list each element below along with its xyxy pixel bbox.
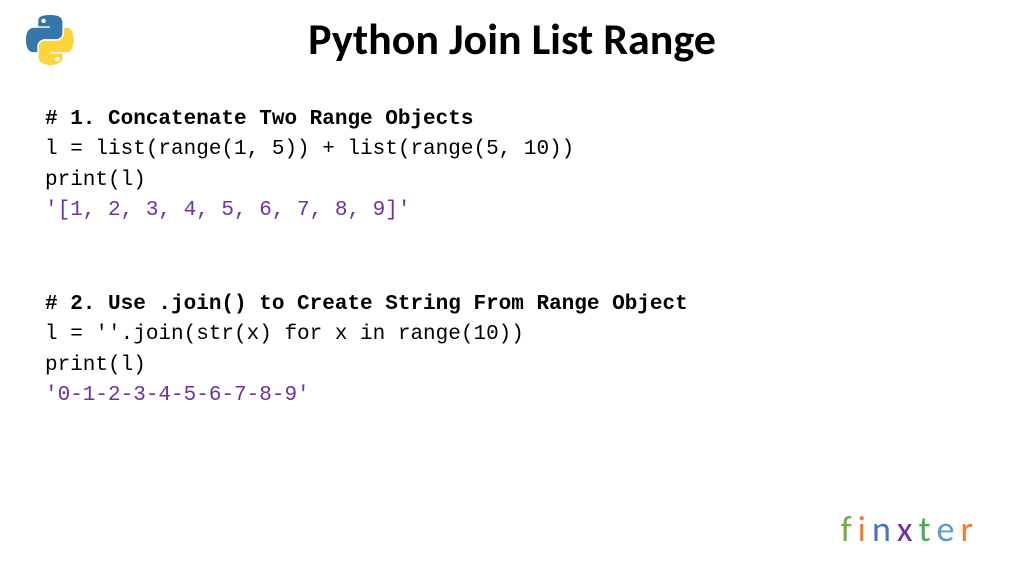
brand-letter: r <box>960 507 979 551</box>
brand-letter: i <box>858 507 872 551</box>
code-line: l = list(range(1, 5)) + list(range(5, 10… <box>45 135 574 165</box>
code-block-1: # 1. Concatenate Two Range Objects l = l… <box>45 105 574 227</box>
brand-letter: t <box>918 507 936 551</box>
brand-letter: f <box>841 507 858 551</box>
brand-letter: e <box>937 507 961 551</box>
code-output-1: '[1, 2, 3, 4, 5, 6, 7, 8, 9]' <box>45 196 574 226</box>
code-output-2: '0-1-2-3-4-5-6-7-8-9' <box>45 381 688 411</box>
code-line: l = ''.join(str(x) for x in range(10)) <box>45 320 688 350</box>
brand-logo: finxter <box>841 507 979 551</box>
page-title: Python Join List Range <box>0 12 1024 66</box>
code-block-2: # 2. Use .join() to Create String From R… <box>45 290 688 412</box>
code-line: print(l) <box>45 166 574 196</box>
brand-letter: x <box>897 507 919 551</box>
code-line: print(l) <box>45 351 688 381</box>
brand-letter: n <box>872 507 897 551</box>
code-comment-1: # 1. Concatenate Two Range Objects <box>45 105 574 135</box>
code-comment-2: # 2. Use .join() to Create String From R… <box>45 290 688 320</box>
